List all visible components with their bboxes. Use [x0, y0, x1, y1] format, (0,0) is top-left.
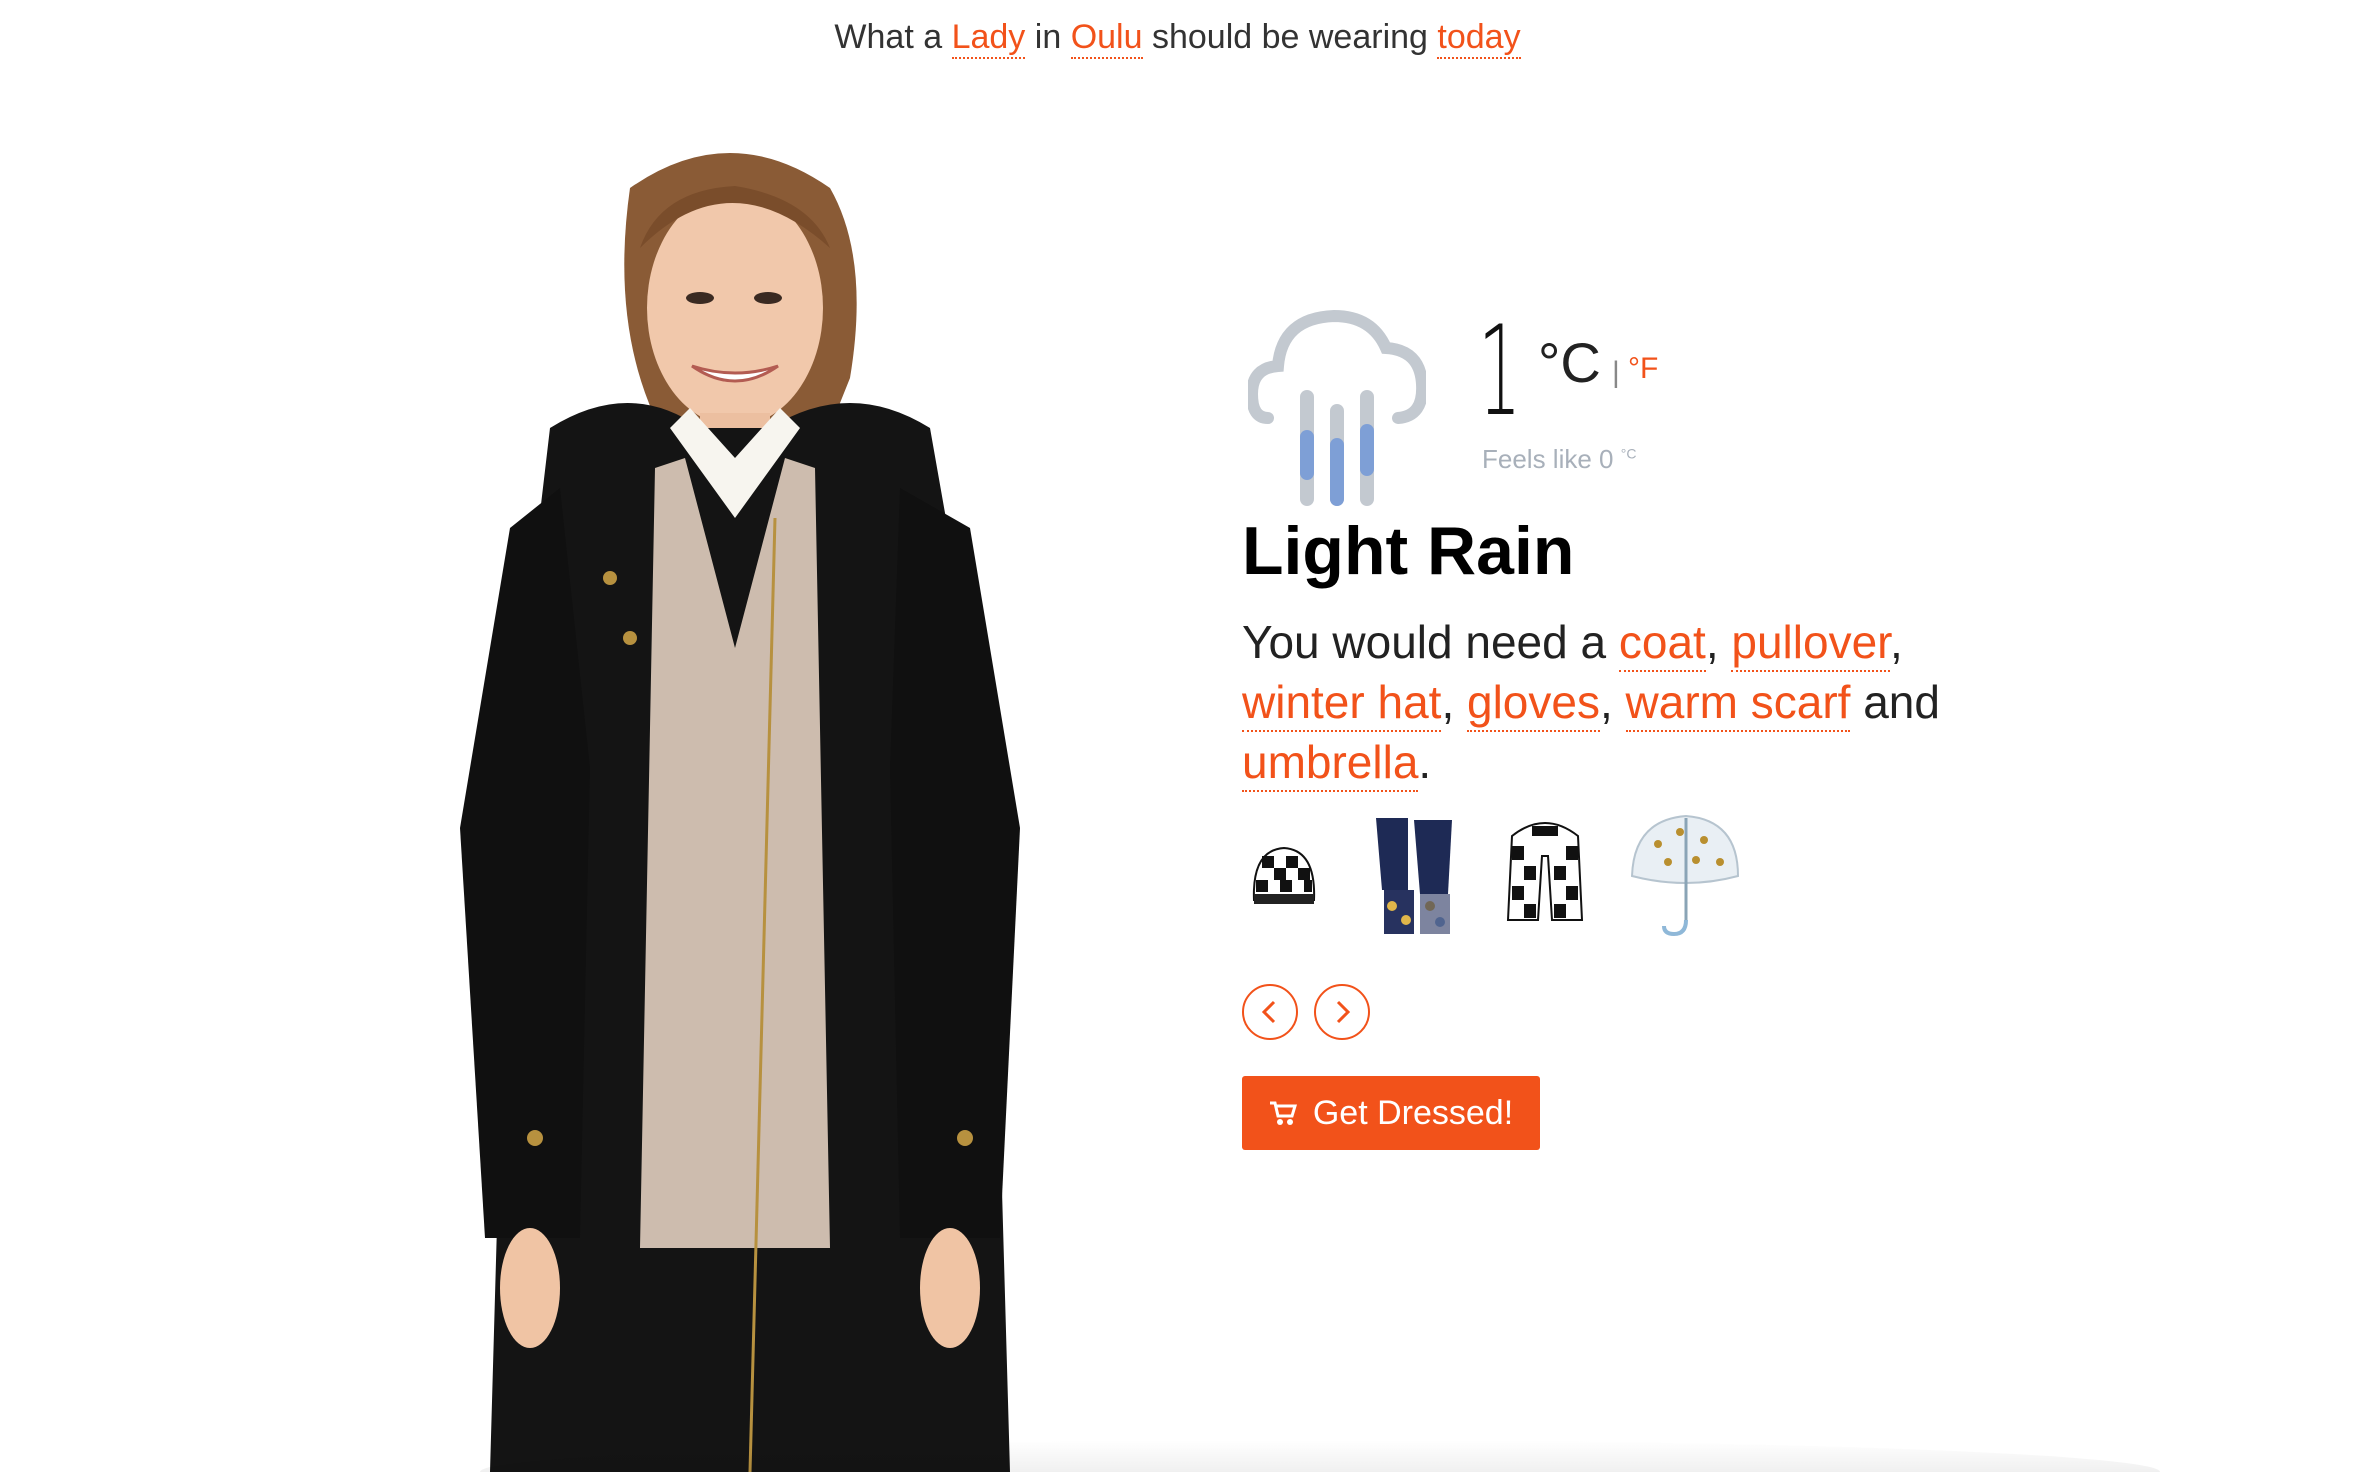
cart-icon	[1269, 1101, 1297, 1125]
advice-and: and	[1863, 676, 1940, 728]
previous-button[interactable]	[1242, 984, 1298, 1040]
item-pullover-link[interactable]: pullover	[1731, 616, 1890, 672]
unit-separator: |	[1612, 356, 1620, 389]
feels-like: Feels like 0 °C	[1482, 444, 1636, 475]
headline-middle: should be wearing	[1151, 18, 1428, 56]
headline-prefix: What a	[834, 18, 943, 56]
person-link[interactable]: Lady	[951, 18, 1026, 59]
item-winter-hat-link[interactable]: winter hat	[1242, 676, 1442, 732]
advice-intro: You would need a	[1242, 616, 1607, 668]
headline-in: in	[1034, 18, 1062, 56]
cloud-rain-icon	[1248, 309, 1426, 506]
item-coat-link[interactable]: coat	[1618, 616, 1706, 672]
page-headline: What a Lady in Oulu should be wearing to…	[0, 18, 2355, 59]
temperature-value: 1	[1478, 300, 1522, 444]
feels-like-unit: °C	[1620, 445, 1637, 462]
next-button[interactable]	[1314, 984, 1370, 1040]
temperature-unit: °C	[1538, 331, 1601, 394]
advice-end: .	[1418, 736, 1432, 788]
item-warm-scarf-link[interactable]: warm scarf	[1625, 676, 1851, 732]
model-image	[460, 153, 1020, 1472]
fahrenheit-toggle[interactable]: °F	[1628, 352, 1658, 386]
item-umbrella-link[interactable]: umbrella	[1242, 736, 1419, 792]
chevron-left-icon	[1261, 1000, 1276, 1024]
umbrella-icon[interactable]	[1624, 810, 1744, 942]
clothing-advice: You would need a coat, pullover, winter …	[1242, 612, 2002, 792]
day-link[interactable]: today	[1437, 18, 1521, 59]
weather-condition: Light Rain	[1242, 513, 1575, 589]
chevron-right-icon	[1336, 1000, 1351, 1024]
comma: ,	[1599, 676, 1613, 728]
comma: ,	[1889, 616, 1903, 668]
feels-like-label: Feels like 0	[1482, 444, 1614, 474]
comma: ,	[1441, 676, 1455, 728]
scarf-icon[interactable]	[1502, 816, 1588, 926]
item-gloves-link[interactable]: gloves	[1467, 676, 1600, 732]
get-dressed-button[interactable]: Get Dressed!	[1242, 1076, 1540, 1150]
beanie-icon[interactable]	[1248, 840, 1320, 912]
comma: ,	[1705, 616, 1719, 668]
get-dressed-label: Get Dressed!	[1312, 1093, 1514, 1132]
gloves-icon[interactable]	[1368, 810, 1460, 942]
city-link[interactable]: Oulu	[1070, 18, 1143, 59]
